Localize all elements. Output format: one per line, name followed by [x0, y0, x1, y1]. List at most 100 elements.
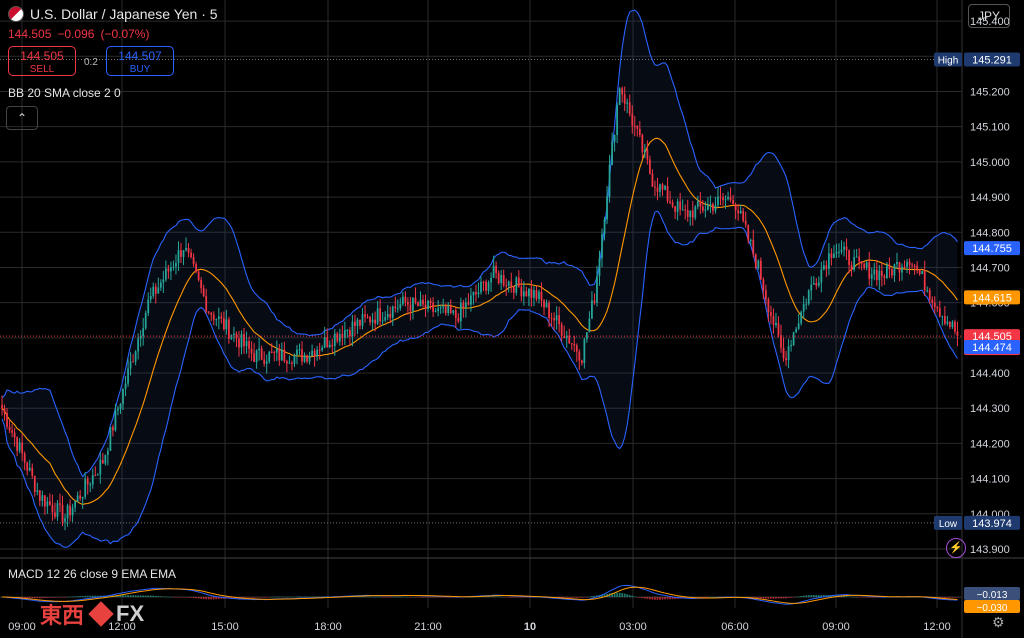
candle-body — [550, 317, 553, 319]
macd-histogram-bar — [775, 597, 777, 599]
logo-diamond-icon — [88, 601, 114, 627]
sell-button[interactable]: 144.505 SELL — [8, 46, 76, 76]
candle-body — [159, 282, 162, 288]
candle-body — [649, 159, 651, 174]
candle-body — [616, 104, 619, 135]
candle-body — [49, 501, 51, 505]
macd-histogram-bar — [573, 597, 576, 598]
candle-body — [891, 269, 893, 276]
candle-body — [396, 308, 399, 310]
candle-body — [64, 518, 66, 522]
candle-body — [744, 220, 747, 225]
candle-body — [770, 311, 772, 316]
macd-histogram-bar — [374, 596, 376, 598]
candle-body — [548, 303, 550, 318]
macd-histogram-bar — [303, 596, 306, 598]
candle-body — [346, 330, 349, 332]
candle-body — [535, 290, 538, 300]
candle-body — [540, 291, 543, 301]
macd-histogram-bar — [419, 597, 422, 598]
candle-body — [91, 475, 94, 485]
candle-body — [747, 224, 750, 241]
macd-histogram-bar — [359, 596, 361, 598]
macd-histogram-bar — [313, 596, 316, 598]
y-tick-label: 144.900 — [970, 192, 1010, 204]
candle-body — [38, 490, 41, 501]
candle-body — [192, 257, 195, 265]
collapse-legend-button[interactable]: ⌃ — [6, 106, 38, 130]
price-marker-value: 144.474 — [972, 342, 1012, 354]
broker-logo: 東西 FX — [40, 598, 144, 630]
candle-body — [520, 286, 523, 297]
macd-legend[interactable]: MACD 12 26 close 9 EMA EMA — [8, 567, 176, 581]
macd-histogram-bar — [162, 596, 165, 598]
candle-body — [318, 349, 321, 351]
candle-body — [737, 210, 740, 214]
candle-body — [452, 310, 455, 313]
candle-body — [777, 323, 780, 336]
candle-body — [280, 349, 283, 361]
candle-body — [172, 266, 175, 268]
bb-legend[interactable]: BB 20 SMA close 2 0 — [8, 86, 121, 100]
candle-body — [394, 306, 397, 309]
macd-histogram-bar — [502, 596, 505, 598]
candle-body — [517, 277, 520, 287]
price-marker-value: 144.615 — [972, 292, 1012, 304]
macd-histogram-bar — [654, 597, 656, 600]
candle-body — [76, 495, 79, 502]
candle-body — [956, 331, 959, 337]
candle-body — [157, 287, 160, 294]
candle-body — [669, 201, 671, 203]
candle-body — [800, 311, 803, 324]
macd-histogram-bar — [848, 596, 850, 598]
candle-body — [331, 344, 334, 347]
buy-button[interactable]: 144.507 BUY — [106, 46, 174, 76]
macd-histogram-bar — [376, 596, 379, 598]
candle-body — [661, 184, 664, 190]
candle-body — [270, 351, 273, 353]
macd-histogram-bar — [200, 597, 203, 599]
chevron-up-icon: ⌃ — [16, 111, 28, 125]
candle-body — [11, 430, 13, 433]
symbol-header[interactable]: U.S. Dollar / Japanese Yen · 5 — [8, 6, 218, 22]
candle-body — [611, 141, 613, 165]
candle-body — [807, 290, 810, 304]
macd-histogram-bar — [626, 594, 629, 597]
macd-histogram-bar — [485, 596, 487, 598]
price-marker-value: 143.974 — [972, 518, 1012, 530]
candle-body — [684, 209, 687, 211]
y-tick-label: 144.100 — [970, 474, 1010, 486]
macd-histogram-bar — [424, 597, 427, 598]
macd-histogram-bar — [954, 597, 956, 598]
candle-body — [96, 474, 99, 476]
macd-histogram-bar — [91, 595, 94, 597]
candle-body — [757, 260, 760, 268]
candle-body — [338, 334, 341, 342]
candle-body — [775, 323, 777, 326]
candle-body — [308, 356, 311, 362]
y-tick-label: 144.300 — [970, 403, 1010, 415]
candle-body — [470, 295, 472, 305]
candle-body — [873, 269, 876, 275]
candle-body — [407, 302, 409, 305]
macd-histogram-bar — [185, 597, 187, 598]
candle-body — [250, 348, 253, 354]
candle-body — [283, 349, 286, 362]
macd-histogram-bar — [805, 595, 808, 597]
candle-body — [167, 268, 170, 272]
lightning-icon[interactable]: ⚡ — [946, 538, 966, 558]
settings-gear-icon[interactable]: ⚙ — [992, 614, 1010, 632]
price-chart[interactable]: 145.400145.300145.200145.100145.000144.9… — [0, 0, 1024, 638]
candle-body — [200, 279, 203, 289]
candle-body — [74, 501, 76, 508]
candle-body — [389, 313, 392, 318]
y-tick-label: 144.400 — [970, 368, 1010, 380]
candle-body — [838, 251, 840, 253]
macd-histogram-bar — [701, 597, 704, 598]
candle-body — [490, 277, 492, 283]
macd-histogram-bar — [243, 597, 245, 598]
candle-body — [759, 260, 762, 280]
candle-body — [210, 312, 213, 315]
macd-histogram-bar — [795, 596, 798, 598]
currency-selector[interactable]: JPY — [968, 4, 1010, 28]
